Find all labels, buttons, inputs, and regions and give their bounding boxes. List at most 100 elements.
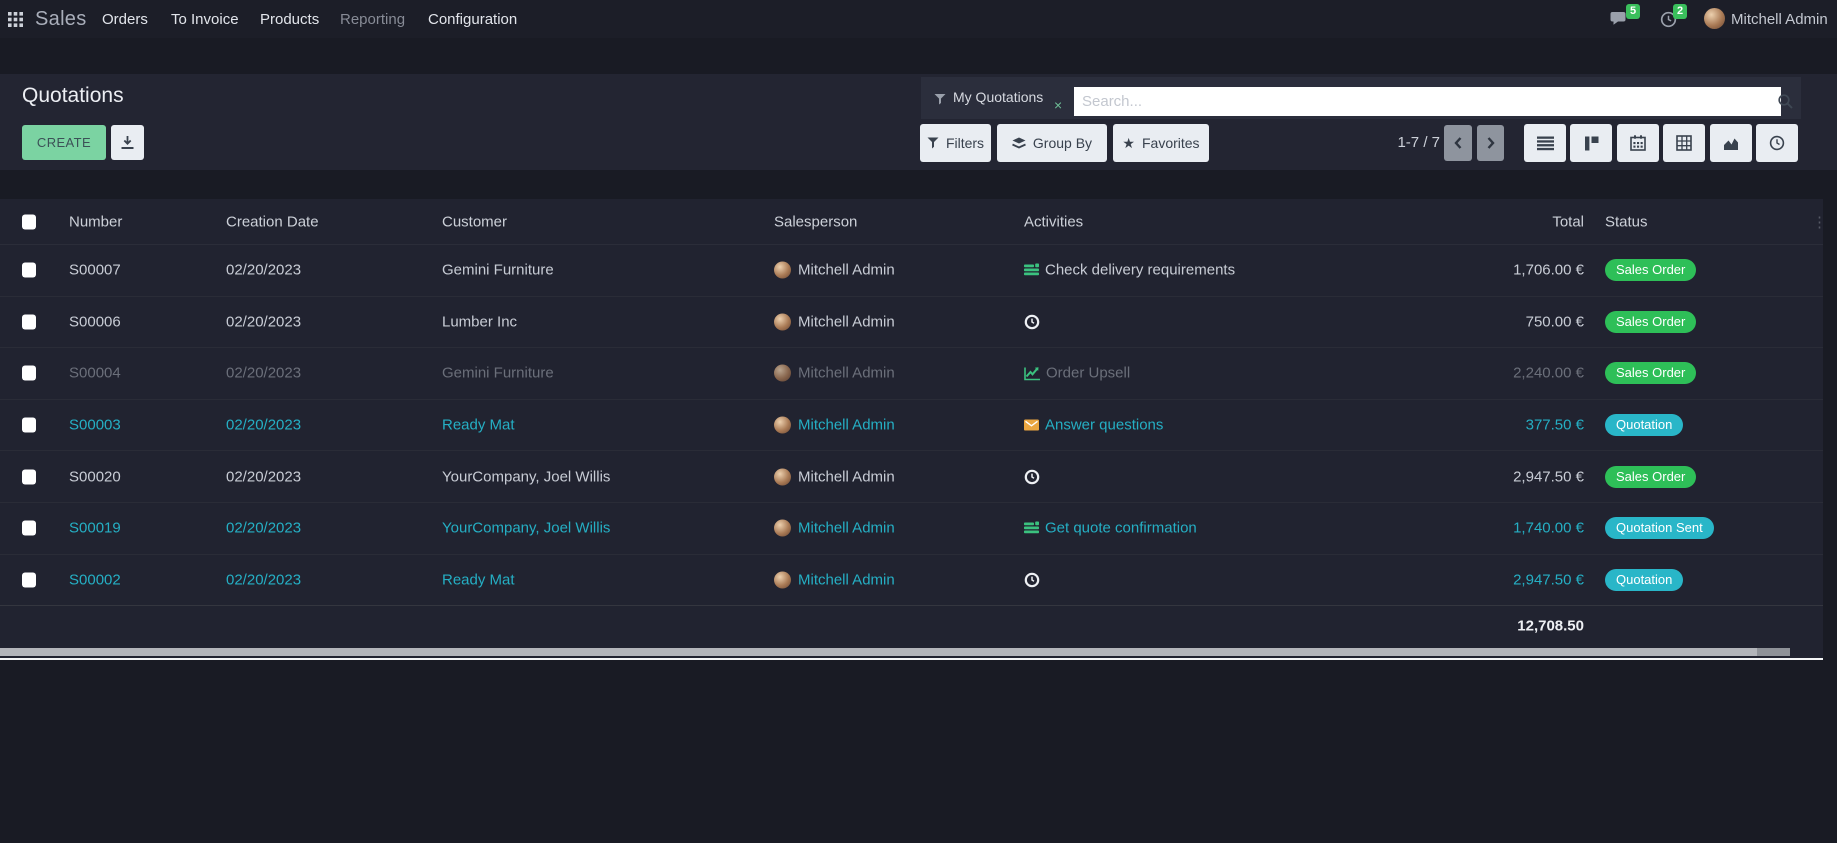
row-checkbox[interactable]	[22, 521, 36, 536]
row-checkbox[interactable]	[22, 314, 36, 329]
view-pivot-button[interactable]	[1663, 124, 1705, 162]
clock-activity-icon	[1024, 469, 1040, 485]
row-customer: YourCompany, Joel Willis	[442, 468, 610, 485]
col-header-total[interactable]: Total	[1552, 213, 1584, 230]
row-number: S00019	[69, 520, 121, 537]
pager-next-button[interactable]	[1477, 125, 1504, 161]
clock-activity-icon	[1024, 572, 1040, 588]
row-checkbox[interactable]	[22, 572, 36, 587]
facet-remove-icon[interactable]: ×	[1054, 97, 1062, 113]
row-number: S00004	[69, 365, 121, 382]
col-header-creation-date[interactable]: Creation Date	[226, 213, 319, 230]
activity-cell[interactable]	[1024, 572, 1040, 588]
row-date: 02/20/2023	[226, 468, 301, 485]
view-list-button[interactable]	[1524, 124, 1566, 162]
row-date: 02/20/2023	[226, 571, 301, 588]
search-icon[interactable]	[1777, 93, 1794, 110]
col-header-status[interactable]: Status	[1605, 213, 1648, 230]
activity-cell[interactable]: Answer questions	[1024, 417, 1163, 434]
col-header-customer[interactable]: Customer	[442, 213, 507, 230]
row-total: 2,947.50 €	[1513, 468, 1584, 485]
row-checkbox[interactable]	[22, 469, 36, 484]
facet-filter-icon	[934, 93, 946, 105]
activity-cell[interactable]: Get quote confirmation	[1024, 520, 1197, 537]
star-icon: ★	[1122, 136, 1135, 150]
activity-cell[interactable]	[1024, 469, 1040, 485]
chevron-left-icon	[1453, 136, 1464, 150]
activity-label: Get quote confirmation	[1045, 520, 1197, 537]
quotations-table: Number Creation Date Customer Salesperso…	[0, 199, 1823, 660]
filter-funnel-icon	[927, 137, 939, 149]
nav-item-configuration[interactable]: Configuration	[428, 0, 517, 38]
nav-item-products[interactable]: Products	[260, 0, 319, 38]
row-date: 02/20/2023	[226, 417, 301, 434]
pivot-view-icon	[1676, 135, 1692, 151]
pager-previous-button[interactable]	[1444, 125, 1472, 161]
status-badge: Quotation Sent	[1605, 517, 1714, 539]
row-total: 1,706.00 €	[1513, 262, 1584, 279]
status-badge: Sales Order	[1605, 311, 1696, 333]
clock-activity-icon	[1024, 314, 1040, 330]
salesperson-avatar	[774, 571, 791, 588]
row-total: 2,947.50 €	[1513, 571, 1584, 588]
apps-menu-icon[interactable]	[8, 0, 23, 38]
row-customer: YourCompany, Joel Willis	[442, 520, 610, 537]
col-header-activities[interactable]: Activities	[1024, 213, 1083, 230]
select-all-checkbox[interactable]	[22, 214, 36, 229]
row-date: 02/20/2023	[226, 520, 301, 537]
envelope-activity-icon	[1024, 420, 1039, 431]
row-checkbox[interactable]	[22, 418, 36, 433]
layers-icon	[1012, 137, 1026, 150]
pager-range[interactable]: 1-7 / 7	[1320, 124, 1440, 162]
table-row[interactable]: S00002 02/20/2023 Ready Mat Mitchell Adm…	[0, 555, 1823, 607]
group-by-button[interactable]: Group By	[997, 124, 1107, 162]
table-row[interactable]: S00007 02/20/2023 Gemini Furniture Mitch…	[0, 245, 1823, 297]
table-row[interactable]: S00020 02/20/2023 YourCompany, Joel Will…	[0, 451, 1823, 503]
view-activity-button[interactable]	[1756, 124, 1798, 162]
activity-cell[interactable]: Order Upsell	[1024, 365, 1130, 382]
row-checkbox[interactable]	[22, 263, 36, 278]
nav-item-reporting[interactable]: Reporting	[340, 0, 405, 38]
salesperson-name: Mitchell Admin	[798, 468, 895, 485]
export-button[interactable]	[111, 125, 144, 160]
col-header-salesperson[interactable]: Salesperson	[774, 213, 857, 230]
view-calendar-button[interactable]	[1617, 124, 1659, 162]
nav-item-orders[interactable]: Orders	[102, 0, 148, 38]
user-avatar[interactable]	[1704, 8, 1725, 29]
row-total: 1,740.00 €	[1513, 520, 1584, 537]
grid-icon	[8, 12, 23, 27]
col-header-number[interactable]: Number	[69, 213, 122, 230]
row-date: 02/20/2023	[226, 313, 301, 330]
user-menu[interactable]: Mitchell Admin	[1731, 0, 1828, 38]
calendar-view-icon	[1630, 135, 1646, 151]
activities-badge: 2	[1673, 4, 1687, 19]
favorites-button[interactable]: ★ Favorites	[1113, 124, 1209, 162]
salesperson-avatar	[774, 520, 791, 537]
optional-columns-icon[interactable]: ⋮	[1812, 213, 1827, 231]
filters-button[interactable]: Filters	[920, 124, 991, 162]
row-date: 02/20/2023	[226, 262, 301, 279]
scrollbar-thumb-end	[1757, 648, 1790, 656]
top-navbar: Sales Orders To Invoice Products Reporti…	[0, 0, 1837, 38]
row-checkbox[interactable]	[22, 366, 36, 381]
search-facet[interactable]: My Quotations	[953, 77, 1043, 119]
activity-cell[interactable]: Check delivery requirements	[1024, 262, 1235, 279]
search-input[interactable]	[1074, 87, 1781, 116]
table-row[interactable]: S00003 02/20/2023 Ready Mat Mitchell Adm…	[0, 400, 1823, 452]
view-kanban-button[interactable]	[1570, 124, 1612, 162]
row-total: 377.50 €	[1526, 417, 1584, 434]
status-badge: Sales Order	[1605, 259, 1696, 281]
table-row[interactable]: S00004 02/20/2023 Gemini Furniture Mitch…	[0, 348, 1823, 400]
nav-item-to-invoice[interactable]: To Invoice	[171, 0, 239, 38]
view-graph-button[interactable]	[1710, 124, 1752, 162]
messages-badge: 5	[1626, 4, 1640, 19]
totals-row: 12,708.50	[0, 606, 1823, 646]
scrollbar-thumb[interactable]	[0, 648, 1790, 656]
horizontal-scrollbar[interactable]	[0, 646, 1823, 658]
table-row[interactable]: S00006 02/20/2023 Lumber Inc Mitchell Ad…	[0, 297, 1823, 349]
create-button[interactable]: CREATE	[22, 125, 106, 160]
app-brand[interactable]: Sales	[35, 0, 87, 38]
table-row[interactable]: S00019 02/20/2023 YourCompany, Joel Will…	[0, 503, 1823, 555]
activity-cell[interactable]	[1024, 314, 1040, 330]
salesperson-avatar	[774, 417, 791, 434]
